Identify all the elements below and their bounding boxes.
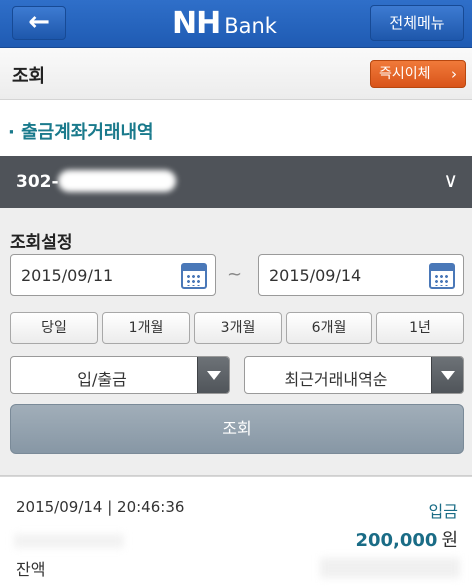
redacted-balance: [320, 558, 460, 578]
chevron-down-icon: ∨: [443, 168, 458, 192]
date-range-separator: ~: [227, 264, 243, 285]
period-1month-button[interactable]: 1개월: [102, 312, 190, 344]
period-today-button[interactable]: 당일: [10, 312, 98, 344]
end-date-value: 2015/09/14: [269, 266, 362, 285]
all-menu-button[interactable]: 전체메뉴: [370, 5, 464, 41]
account-number: 302-: [16, 172, 59, 192]
redacted-memo: [14, 534, 124, 548]
start-date-field[interactable]: 2015/09/11: [10, 254, 216, 296]
search-settings-panel: 조회설정 2015/09/11 ~ 2015/09/14 당일 1개월 3개월 …: [0, 208, 472, 476]
period-1year-button[interactable]: 1년: [376, 312, 464, 344]
amount-unit: 원: [441, 530, 458, 551]
logo-bank: Bank: [224, 14, 277, 38]
back-button[interactable]: ←: [12, 6, 66, 40]
dropdown-arrow-icon: [197, 357, 229, 393]
end-date-field[interactable]: 2015/09/14: [258, 254, 464, 296]
instant-transfer-label: 즉시이체: [379, 66, 431, 82]
calendar-icon[interactable]: [429, 263, 455, 289]
account-number-redaction: [58, 170, 176, 192]
top-header: ← NH Bank 전체메뉴: [0, 0, 472, 48]
logo-nh: NH: [172, 6, 221, 41]
chevron-right-icon: ›: [451, 65, 457, 83]
search-button[interactable]: 조회: [10, 404, 464, 454]
settings-label: 조회설정: [10, 233, 73, 253]
transaction-amount: 200,000 원: [355, 526, 458, 552]
divider: [0, 476, 472, 477]
amount-value: 200,000: [355, 530, 438, 551]
calendar-icon[interactable]: [181, 263, 207, 289]
instant-transfer-button[interactable]: 즉시이체 ›: [370, 60, 466, 88]
start-date-value: 2015/09/11: [21, 266, 114, 285]
sort-order-select[interactable]: 최근거래내역순: [244, 356, 464, 394]
back-arrow-icon: ←: [28, 7, 50, 37]
period-6month-button[interactable]: 6개월: [286, 312, 372, 344]
nh-bank-logo: NH Bank: [172, 6, 277, 42]
balance-label: 잔액: [16, 560, 46, 579]
transaction-type: 입금: [428, 502, 458, 521]
section-title: · 출금계좌거래내역: [8, 122, 154, 143]
transaction-type-select[interactable]: 입/출금: [10, 356, 230, 394]
transaction-datetime: 2015/09/14 | 20:46:36: [16, 498, 185, 516]
title-row: 조회 즉시이체 ›: [0, 48, 472, 100]
page-title: 조회: [12, 66, 46, 87]
period-3month-button[interactable]: 3개월: [194, 312, 282, 344]
dropdown-arrow-icon: [431, 357, 463, 393]
